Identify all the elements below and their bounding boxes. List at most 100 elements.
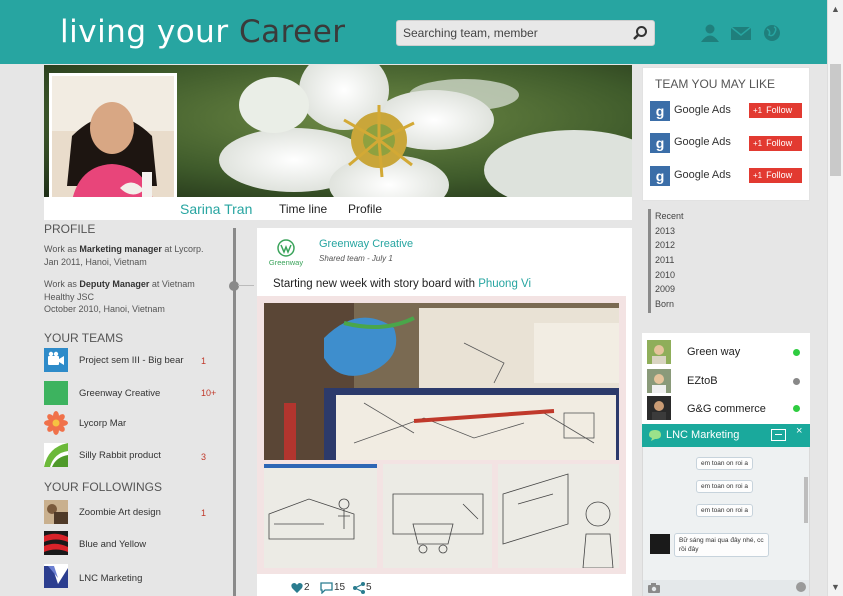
add-icon: +1	[753, 171, 763, 180]
scroll-thumb[interactable]	[830, 64, 841, 176]
flower-icon[interactable]	[44, 411, 68, 435]
search-icon[interactable]	[632, 25, 648, 41]
post-body: Starting new week with story board with	[273, 278, 479, 290]
likes-count: 2	[304, 582, 310, 593]
chat-reply-line: rồi đây	[679, 546, 699, 553]
chat-message: em toan on roi a	[696, 504, 753, 517]
mail-icon[interactable]	[731, 23, 751, 43]
user-icon[interactable]	[700, 23, 720, 43]
post-photo-thumbnail[interactable]	[383, 464, 492, 568]
team-label[interactable]: Greenway Creative	[79, 388, 160, 399]
suggestion-label[interactable]: Google Ads	[674, 104, 731, 116]
add-icon: +1	[753, 139, 763, 148]
follow-button[interactable]: +1 Follow	[749, 136, 802, 151]
add-icon: +1	[753, 106, 763, 115]
minimize-icon[interactable]	[771, 429, 786, 441]
job-role: Deputy Manager	[79, 279, 150, 289]
search-box	[396, 20, 655, 46]
job-date: October 2010, Hanoi, Vietnam	[44, 304, 165, 314]
chat-scrollbar[interactable]	[804, 477, 808, 523]
google-icon: g	[650, 101, 670, 121]
zoombie-art-thumbnail[interactable]	[44, 500, 68, 524]
following-label[interactable]: LNC Marketing	[79, 573, 142, 584]
chat-title: LNC Marketing	[666, 429, 740, 441]
blue-and-yellow-thumbnail[interactable]	[44, 531, 68, 555]
contact-avatar[interactable]	[647, 340, 671, 364]
following-label[interactable]: Blue and Yellow	[79, 539, 146, 550]
profile-name-bar	[44, 197, 632, 220]
scroll-down-arrow-icon[interactable]: ▼	[828, 580, 843, 594]
greenway-logo[interactable]: Greenway	[262, 234, 310, 272]
globe-icon[interactable]	[762, 23, 782, 43]
follow-button-label: Follow	[766, 138, 793, 148]
year-link[interactable]: 2012	[655, 240, 675, 250]
followings-section-title: YOUR FOLLOWINGS	[44, 480, 163, 494]
share-icon[interactable]	[353, 582, 365, 594]
post-photo-gallery	[257, 296, 626, 574]
job-company: at Vietnam	[149, 279, 195, 289]
follow-button[interactable]: +1 Follow	[749, 103, 802, 118]
contact-name[interactable]: Green way	[687, 346, 740, 358]
green-square-icon[interactable]	[44, 381, 68, 405]
page-scrollbar[interactable]: ▲ ▼	[827, 0, 843, 596]
year-link[interactable]: Recent	[655, 211, 684, 221]
tab-profile[interactable]: Profile	[348, 202, 382, 216]
scroll-up-arrow-icon[interactable]: ▲	[828, 2, 843, 16]
chat-bubble-icon	[649, 430, 661, 441]
post-author[interactable]: Greenway Creative	[319, 238, 413, 250]
suggestion-label[interactable]: Google Ads	[674, 136, 731, 148]
online-status-dot	[793, 349, 800, 356]
green-leaf-icon[interactable]	[44, 443, 68, 467]
job-prefix: Work as	[44, 244, 80, 254]
google-icon: g	[650, 166, 670, 186]
like-heart-icon[interactable]	[291, 582, 303, 594]
contact-name[interactable]: G&G commerce	[687, 403, 766, 415]
chat-input-bar[interactable]	[643, 580, 809, 596]
chat-reply-line: Bữ sáng mai qua đây nhé, cc	[679, 537, 764, 544]
job-prefix: Work as	[44, 279, 80, 289]
contact-avatar[interactable]	[647, 396, 671, 420]
post-main-photo[interactable]	[264, 303, 619, 460]
post-photo-thumbnail[interactable]	[498, 464, 619, 568]
job-entry: Work as Deputy Manager at Vietnam Health…	[44, 278, 195, 316]
year-link[interactable]: 2010	[655, 270, 675, 280]
year-link[interactable]: Born	[655, 299, 674, 309]
tab-timeline[interactable]: Time line	[279, 202, 327, 216]
chat-message: em toan on roi a	[696, 480, 753, 493]
lnc-marketing-thumbnail[interactable]	[44, 564, 68, 588]
close-icon[interactable]: ×	[796, 425, 802, 437]
chat-message: em toan on roi a	[696, 457, 753, 470]
comment-icon[interactable]	[320, 582, 333, 594]
profile-avatar[interactable]	[49, 73, 177, 217]
online-status-dot	[793, 405, 800, 412]
contact-avatar[interactable]	[647, 369, 671, 393]
following-label[interactable]: Zoombie Art design	[79, 507, 161, 518]
year-link[interactable]: 2009	[655, 284, 675, 294]
emoji-icon[interactable]	[796, 582, 806, 592]
post-photo-thumbnail[interactable]	[264, 464, 377, 568]
team-label[interactable]: Lycorp Mar	[79, 418, 126, 429]
contact-name[interactable]: EZtoB	[687, 375, 718, 387]
job-role: Marketing manager	[79, 244, 162, 254]
post-mention-link[interactable]: Phuong Vi	[478, 278, 531, 290]
year-link[interactable]: 2011	[655, 255, 674, 265]
profile-section-title: PROFILE	[44, 222, 96, 236]
suggestion-label[interactable]: Google Ads	[674, 169, 731, 181]
job-company: at Lycorp.	[161, 244, 204, 254]
year-link[interactable]: 2013	[655, 226, 675, 236]
search-input[interactable]	[397, 21, 622, 45]
timeline-dot	[229, 281, 239, 291]
follow-button-label: Follow	[766, 105, 793, 115]
profile-name[interactable]: Sarina Tran	[180, 201, 252, 217]
job-company-line: Healthy JSC	[44, 291, 95, 302]
team-label[interactable]: Silly Rabbit product	[79, 450, 161, 461]
chat-reply: Bữ sáng mai qua đây nhé, cc rồi đây	[674, 533, 769, 557]
follow-button[interactable]: +1 Follow	[749, 168, 802, 183]
video-camera-icon[interactable]	[44, 348, 68, 372]
camera-icon[interactable]	[648, 583, 660, 593]
teams-section-title: YOUR TEAMS	[44, 331, 124, 345]
chat-sender-avatar	[650, 534, 670, 554]
team-label[interactable]: Project sem III - Big bear	[79, 355, 184, 366]
site-logo[interactable]: living your Career	[60, 14, 346, 50]
comments-count: 15	[334, 582, 346, 593]
